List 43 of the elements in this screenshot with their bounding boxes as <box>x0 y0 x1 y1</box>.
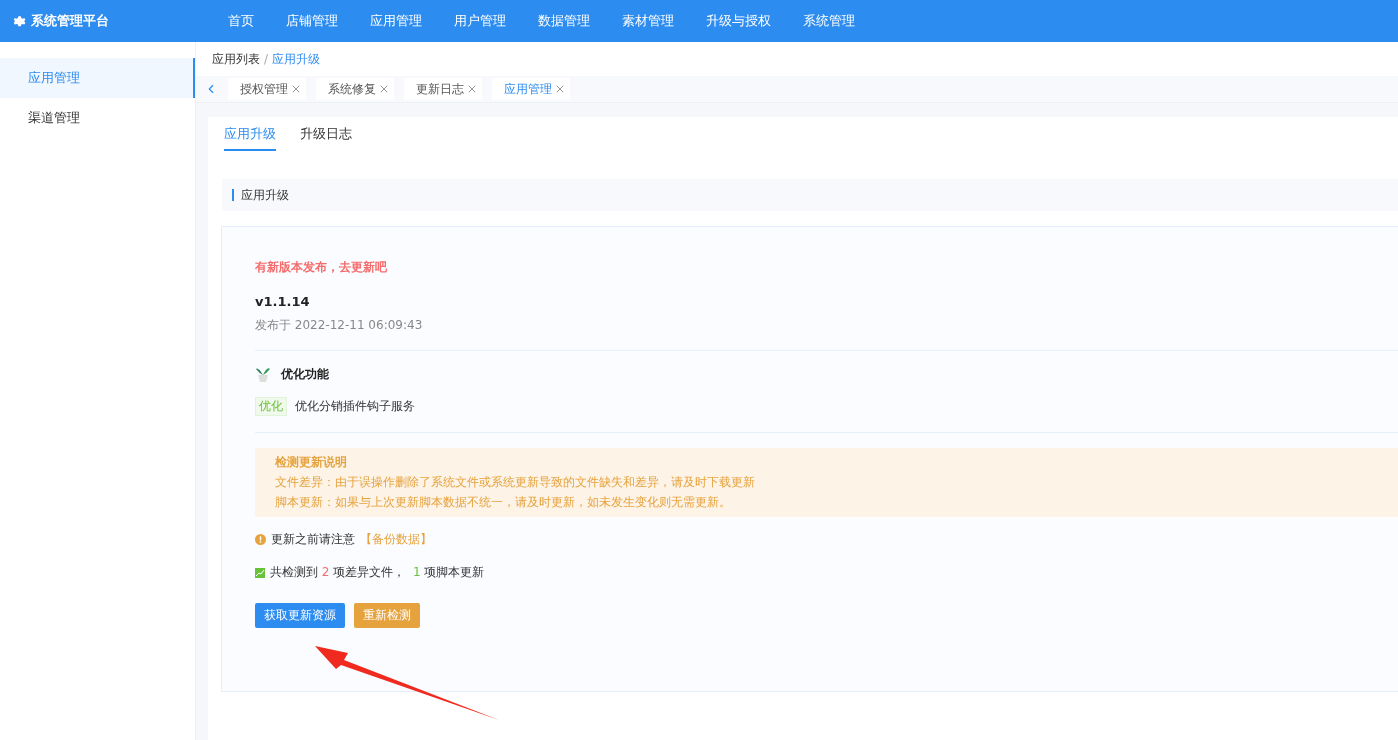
page-tab[interactable]: 系统修复 <box>316 78 394 100</box>
warning-icon <box>255 534 266 545</box>
sub-tab[interactable]: 升级日志 <box>300 119 352 151</box>
nav-link[interactable]: 数据管理 <box>538 12 590 30</box>
breadcrumb-item[interactable]: 应用升级 <box>272 50 321 68</box>
change-tag: 优化 <box>255 397 287 416</box>
sub-tab[interactable]: 应用升级 <box>224 119 276 151</box>
page-tab[interactable]: 更新日志 <box>404 78 482 100</box>
warning-text: 更新之前请注意 <box>271 531 355 548</box>
nav-link[interactable]: 系统管理 <box>803 12 855 30</box>
alert-title: 检测更新说明 <box>275 454 348 471</box>
nav-link[interactable]: 首页 <box>228 12 254 30</box>
breadcrumb-item[interactable]: 应用列表 <box>212 50 260 68</box>
nav-link[interactable]: 应用管理 <box>370 12 422 30</box>
section-title: 应用升级 <box>241 186 289 204</box>
alert-line: 文件差异：由于误操作删除了系统文件或系统更新导致的文件缺失和差异，请及时下载更新 <box>275 474 756 491</box>
gear-icon <box>12 14 26 28</box>
page-tab[interactable]: 授权管理 <box>228 78 306 100</box>
summary-text: 共检测到 2 项差异文件， 1 项脚本更新 <box>270 564 485 581</box>
alert-line: 脚本更新：如果与上次更新脚本数据不统一，请及时更新，如未发生变化则无需更新。 <box>275 494 732 511</box>
nav-link[interactable]: 用户管理 <box>454 12 506 30</box>
nav-link[interactable]: 店铺管理 <box>286 12 338 30</box>
nav-link[interactable]: 素材管理 <box>622 12 674 30</box>
breadcrumb-separator: / <box>264 52 269 66</box>
release-date: 发布于 2022-12-11 06:09:43 <box>255 317 424 334</box>
close-icon[interactable] <box>554 83 566 95</box>
app-title: 系统管理平台 <box>31 12 109 30</box>
version-number: v1.1.14 <box>255 294 311 309</box>
nav-link[interactable]: 升级与授权 <box>706 12 771 30</box>
sidebar-item[interactable]: 渠道管理 <box>0 98 195 138</box>
close-icon[interactable] <box>378 83 390 95</box>
chart-icon <box>255 567 265 578</box>
feature-heading: 优化功能 <box>281 365 329 383</box>
update-notice: 有新版本发布，去更新吧 <box>255 259 388 276</box>
page-tab[interactable]: 应用管理 <box>492 78 570 100</box>
backup-link[interactable]: 【备份数据】 <box>360 531 432 548</box>
action-button[interactable]: 重新检测 <box>354 603 420 628</box>
action-button[interactable]: 获取更新资源 <box>255 603 345 628</box>
close-icon[interactable] <box>466 83 478 95</box>
close-icon[interactable] <box>290 83 302 95</box>
change-text: 优化分销插件钩子服务 <box>295 398 415 415</box>
sidebar-item[interactable]: 应用管理 <box>0 58 195 98</box>
potted-plant-icon <box>255 365 271 383</box>
